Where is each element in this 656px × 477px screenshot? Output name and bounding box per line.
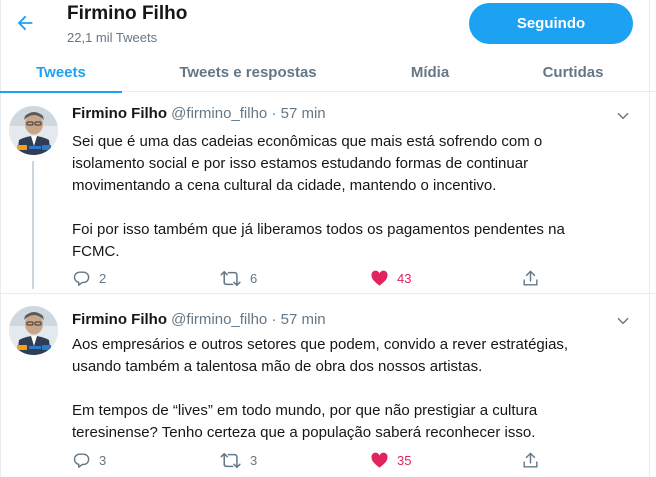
- chevron-down-icon: [617, 317, 629, 325]
- tweet-line: FCMC.: [72, 243, 120, 260]
- tweet-options-button[interactable]: [614, 107, 632, 125]
- author-handle[interactable]: @firmino_filho: [171, 311, 267, 328]
- avatar[interactable]: [9, 106, 58, 155]
- retweet-icon: [220, 452, 241, 468]
- profile-header: Firmino Filho 22,1 mil Tweets Seguindo: [0, 0, 656, 52]
- retweet-button[interactable]: 6: [220, 267, 257, 289]
- thread-line: [32, 161, 34, 289]
- reply-button[interactable]: 3: [72, 449, 106, 471]
- tab-label: Curtidas: [542, 63, 604, 81]
- retweet-count: 6: [250, 270, 258, 286]
- tab-likes[interactable]: Curtidas: [486, 52, 656, 92]
- heart-filled-icon: [371, 452, 388, 468]
- tweet-text: Sei que é uma das cadeias econômicas que…: [72, 131, 632, 263]
- retweet-button[interactable]: 3: [220, 449, 257, 471]
- tab-media[interactable]: Mídia: [374, 52, 486, 92]
- like-count: 35: [397, 452, 412, 468]
- heart-filled-icon: [371, 270, 388, 286]
- share-icon: [523, 452, 538, 468]
- tab-tweets[interactable]: Tweets: [0, 52, 122, 93]
- tweet-time[interactable]: 57 min: [281, 105, 326, 122]
- tweet-time[interactable]: 57 min: [281, 311, 326, 328]
- profile-tabs: Tweets Tweets e respostas Mídia Curtidas: [0, 52, 656, 93]
- tweet-paragraph: Foi por isso também que já liberamos tod…: [72, 219, 632, 263]
- tweet-paragraph: Em tempos de “lives” em todo mundo, por …: [72, 400, 632, 444]
- reply-icon: [73, 452, 90, 468]
- tweet-text: Aos empresários e outros setores que pod…: [72, 334, 632, 444]
- tweet-line: isolamento social e por isso estamos est…: [72, 155, 529, 172]
- like-button[interactable]: 35: [370, 449, 411, 471]
- tab-label: Tweets e respostas: [179, 63, 317, 81]
- header-title: Firmino Filho: [67, 3, 188, 24]
- tweet-count: 22,1 mil Tweets: [67, 30, 158, 45]
- reply-icon: [73, 270, 90, 286]
- back-button[interactable]: [8, 6, 42, 40]
- retweet-icon: [220, 270, 241, 286]
- author-name[interactable]: Firmino Filho: [72, 311, 167, 328]
- separator-dot: ·: [271, 105, 277, 122]
- tweet-actions: 2 6 43: [72, 267, 552, 289]
- tweet-line: Aos empresários e outros setores que pod…: [72, 336, 569, 353]
- retweet-count: 3: [250, 452, 258, 468]
- tweet-paragraph: Aos empresários e outros setores que pod…: [72, 334, 632, 378]
- share-button[interactable]: [521, 267, 540, 289]
- author-name[interactable]: Firmino Filho: [72, 105, 167, 122]
- tweet-options-button[interactable]: [614, 312, 632, 330]
- reply-button[interactable]: 2: [72, 267, 106, 289]
- share-button[interactable]: [521, 449, 540, 471]
- arrow-left-icon: [17, 15, 33, 31]
- avatar[interactable]: [9, 306, 58, 355]
- following-button[interactable]: Seguindo: [469, 3, 633, 44]
- tweet-line: Sei que é uma das cadeias econômicas que…: [72, 133, 543, 150]
- tweet-header: Firmino Filho @firmino_filho · 57 min: [72, 311, 326, 328]
- tweet[interactable]: Firmino Filho @firmino_filho · 57 min Ao…: [0, 294, 656, 477]
- tab-tweets-and-replies[interactable]: Tweets e respostas: [122, 52, 374, 92]
- profile-photo-icon: [9, 106, 58, 155]
- like-count: 43: [397, 270, 412, 286]
- tweet-line: usando também a talentosa mão de obra do…: [72, 358, 483, 375]
- tweet-line: movimentando a cena cultural da cidade, …: [72, 177, 497, 194]
- tweet[interactable]: Firmino Filho @firmino_filho · 57 min Se…: [0, 93, 656, 293]
- chevron-down-icon: [617, 112, 629, 120]
- like-button[interactable]: 43: [370, 267, 411, 289]
- separator-dot: ·: [271, 311, 277, 328]
- tab-label: Tweets: [36, 63, 86, 81]
- tweet-line: Em tempos de “lives” em todo mundo, por …: [72, 402, 538, 419]
- profile-photo-icon: [9, 306, 58, 355]
- tweet-paragraph: Sei que é uma das cadeias econômicas que…: [72, 131, 632, 197]
- author-handle[interactable]: @firmino_filho: [171, 105, 267, 122]
- share-icon: [523, 270, 538, 286]
- tweet-header: Firmino Filho @firmino_filho · 57 min: [72, 105, 326, 122]
- reply-count: 3: [99, 452, 107, 468]
- reply-count: 2: [99, 270, 107, 286]
- tweet-line: Foi por isso também que já liberamos tod…: [72, 221, 565, 238]
- tweet-actions: 3 3 35: [72, 449, 552, 471]
- tweet-line: teresinense? Tenho certeza que a populaç…: [72, 424, 536, 441]
- tab-label: Mídia: [410, 63, 450, 81]
